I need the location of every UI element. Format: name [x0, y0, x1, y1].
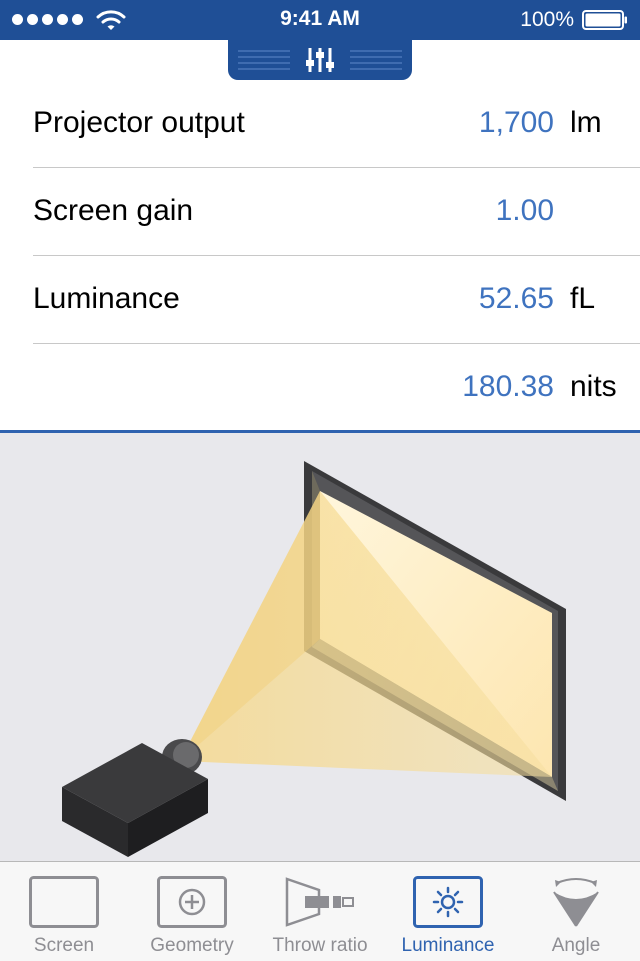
row-unit: nits — [570, 370, 617, 403]
grip-lines-icon — [350, 50, 402, 72]
row-label: Screen gain — [33, 194, 194, 227]
tab-label: Geometry — [150, 935, 234, 956]
tab-label: Angle — [551, 935, 601, 956]
tab-angle[interactable]: Angle — [512, 862, 640, 961]
projector-output-value[interactable]: 1,700 — [479, 80, 554, 166]
battery-percentage: 100% — [520, 8, 574, 31]
tab-label: Throw ratio — [272, 935, 368, 956]
row-screen-gain[interactable]: Screen gain 1.00 — [0, 168, 640, 256]
row-unit: lm — [570, 106, 602, 139]
throw-ratio-icon — [285, 877, 354, 927]
row-label: Luminance — [33, 282, 180, 315]
settings-handle-tab[interactable] — [228, 38, 412, 80]
tab-luminance[interactable]: Luminance — [384, 862, 512, 961]
geometry-icon — [157, 876, 227, 928]
luminance-fl-value[interactable]: 52.65 — [479, 256, 554, 342]
grip-lines-icon — [238, 50, 290, 72]
battery-icon — [582, 10, 627, 30]
angle-icon — [553, 878, 599, 927]
row-luminance[interactable]: Luminance 52.65 fL — [0, 256, 640, 344]
tab-bar: Screen Geometry Throw ratio Luminance An… — [0, 861, 640, 961]
projector — [62, 739, 208, 857]
screen-icon — [29, 876, 99, 928]
row-luminance-nits[interactable]: 180.38 nits — [0, 344, 640, 432]
tab-label: Screen — [33, 935, 95, 956]
tab-throw-ratio[interactable]: Throw ratio — [256, 862, 384, 961]
row-unit: fL — [570, 282, 596, 315]
luminance-icon — [413, 876, 483, 928]
sliders-icon — [306, 48, 334, 72]
tab-screen[interactable]: Screen — [0, 862, 128, 961]
luminance-illustration — [0, 433, 640, 861]
projector-screen-illustration — [62, 461, 566, 857]
screen-gain-value[interactable]: 1.00 — [496, 168, 554, 254]
luminance-nits-value[interactable]: 180.38 — [462, 344, 554, 430]
tab-geometry[interactable]: Geometry — [128, 862, 256, 961]
row-projector-output[interactable]: Projector output 1,700 lm — [0, 80, 640, 168]
tab-label: Luminance — [401, 935, 495, 956]
status-bar: 9:41 AM 100% — [0, 0, 640, 40]
row-label: Projector output — [33, 106, 245, 139]
